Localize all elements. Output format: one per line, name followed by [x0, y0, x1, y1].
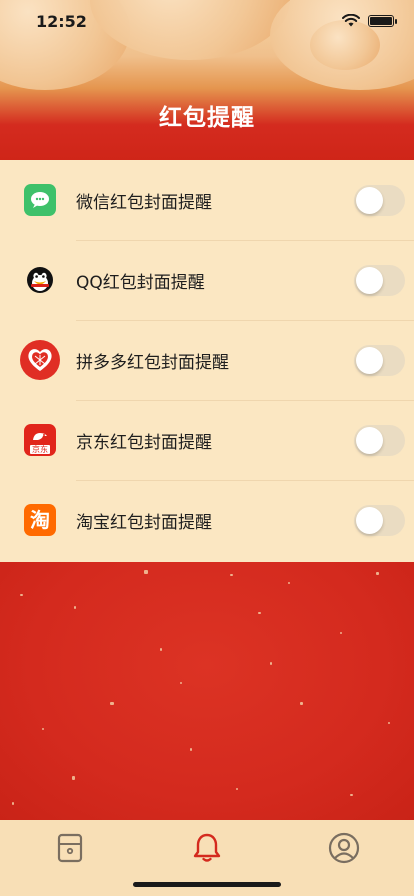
taobao-icon: 淘: [24, 504, 56, 536]
page-title: 红包提醒: [159, 105, 255, 131]
bell-icon: [193, 833, 221, 862]
qq-penguin-icon: [24, 264, 56, 296]
jd-reminder-toggle[interactable]: [354, 424, 405, 456]
tab-profile[interactable]: [314, 826, 374, 870]
reminder-list: 微信红包封面提醒 QQ红包封面提醒 拼多多红包封面提醒 京东 京东红包封面提醒 …: [0, 160, 414, 562]
list-item: 京东 京东红包封面提醒: [0, 400, 414, 480]
battery-icon: [368, 14, 397, 27]
qq-reminder-toggle[interactable]: [354, 264, 405, 296]
festive-background: [0, 562, 414, 820]
status-time: 12:52: [36, 12, 87, 31]
taobao-reminder-toggle[interactable]: [354, 504, 405, 536]
tab-reminder[interactable]: [177, 826, 237, 870]
pinduoduo-icon: [20, 340, 60, 380]
user-icon: [328, 832, 360, 864]
jd-icon-text: 京东: [30, 445, 50, 454]
reminder-label: 拼多多红包封面提醒: [76, 352, 229, 373]
list-item: 淘 淘宝红包封面提醒: [0, 480, 414, 560]
status-indicators: [342, 14, 397, 27]
list-item: 拼多多红包封面提醒: [0, 320, 414, 400]
pinduoduo-reminder-toggle[interactable]: [354, 344, 405, 376]
wechat-icon: [24, 184, 56, 216]
reminder-label: 淘宝红包封面提醒: [76, 512, 212, 533]
card-icon: [57, 833, 83, 863]
taobao-icon-text: 淘: [30, 508, 50, 532]
wifi-icon: [342, 14, 360, 27]
list-item: QQ红包封面提醒: [0, 240, 414, 320]
tab-home[interactable]: [40, 826, 100, 870]
header: 12:52 红包提醒: [0, 0, 414, 160]
list-item: 微信红包封面提醒: [0, 160, 414, 240]
home-indicator: [133, 882, 281, 887]
jd-icon: 京东: [24, 424, 56, 456]
reminder-label: QQ红包封面提醒: [76, 272, 205, 293]
wechat-reminder-toggle[interactable]: [354, 184, 405, 216]
reminder-label: 京东红包封面提醒: [76, 432, 212, 453]
cloud-decoration: [310, 20, 380, 70]
reminder-label: 微信红包封面提醒: [76, 192, 212, 213]
